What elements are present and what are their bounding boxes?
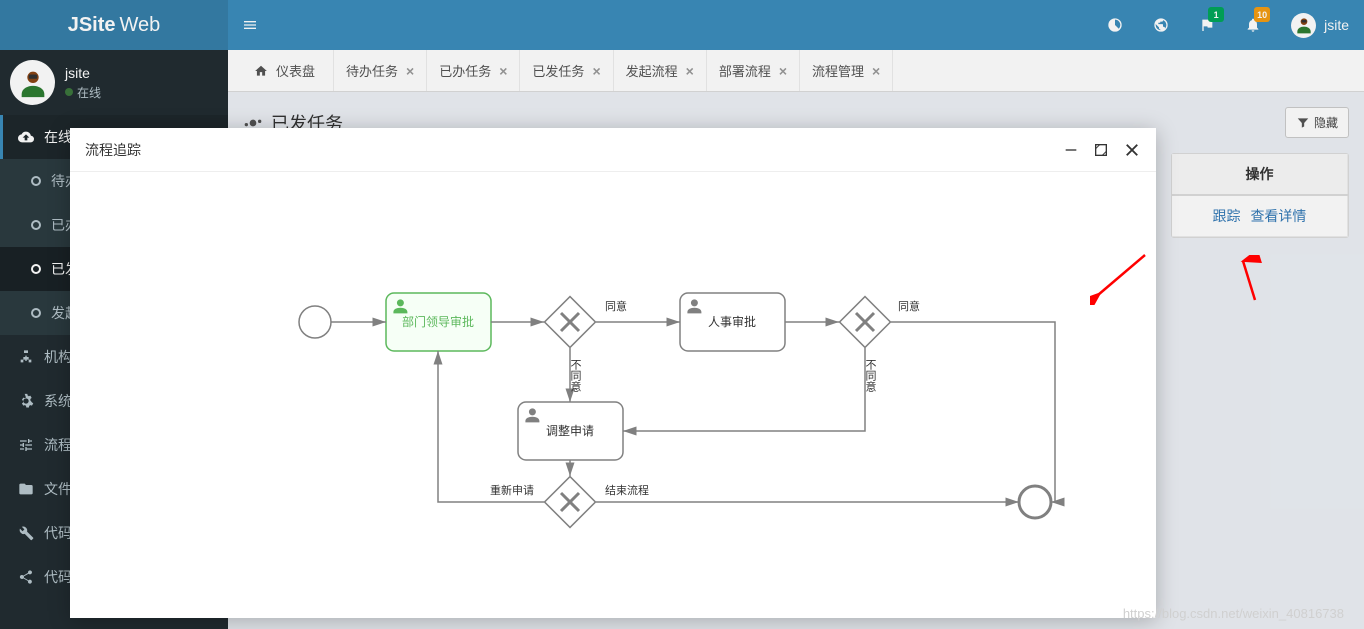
close-button[interactable] [1123,141,1141,159]
task-label: 调整申请 [546,423,594,438]
close-icon [1123,141,1141,159]
flow-label: 不同意 [864,359,877,392]
flow-label: 同意 [898,299,920,313]
process-trace-modal: 流程追踪 部门领导审批 人事审 [70,128,1156,618]
modal-title: 流程追踪 [85,140,141,160]
gateway-3 [545,477,596,528]
bpmn-diagram: 部门领导审批 人事审批 调整申请 [70,192,1156,618]
gateway-1 [545,297,596,348]
task-label: 人事审批 [708,314,756,329]
maximize-icon [1093,142,1109,158]
minimize-icon [1063,142,1079,158]
flow-gw2-adjust [623,348,865,431]
task-label: 部门领导审批 [402,314,474,329]
start-event [299,306,331,338]
end-event [1019,486,1051,518]
flow-label: 结束流程 [605,483,649,497]
gateway-2 [840,297,891,348]
flow-label: 不同意 [569,359,582,392]
maximize-button[interactable] [1093,142,1109,158]
modal-body: 部门领导审批 人事审批 调整申请 [70,172,1156,618]
modal-header: 流程追踪 [70,128,1156,172]
flow-label: 重新申请 [490,483,534,497]
minimize-button[interactable] [1063,142,1079,158]
flow-label: 同意 [605,299,627,313]
flow-gw2-end [891,322,1055,502]
